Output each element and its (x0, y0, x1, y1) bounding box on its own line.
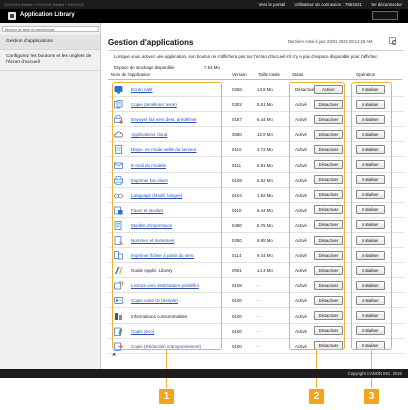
callout-box-status (289, 82, 345, 350)
app-size: - (257, 283, 259, 289)
sidebar: Numéro de série du périphérique Gestion … (0, 23, 101, 378)
app-size: 12.9 Mo (257, 132, 273, 138)
description-text: Lorsque vous activez une application, so… (114, 54, 378, 59)
app-size: - (257, 313, 259, 319)
breadcrumb: XXXXXX Series / XXXXXX Series / XXXXXX (4, 2, 84, 7)
portal-link[interactable]: Vers le portail (259, 2, 286, 7)
storage-label: Espace de stockage disponible (114, 65, 175, 70)
app-version: 0280 (232, 238, 242, 243)
callout-box-operation (351, 82, 392, 350)
app-size: 4.72 Mo (257, 147, 273, 153)
app-version: 0061 (232, 268, 242, 274)
last-updated: Dernière mise à jour 23/01 2022 08:12:26… (288, 39, 373, 44)
col-header-name: Nom de l'application (111, 72, 151, 77)
callout-badge-1: 1 (159, 389, 174, 404)
app-size: 5.51 Mo (257, 102, 273, 108)
app-version: 0111 (232, 162, 242, 168)
top-bar: XXXXXX Series / XXXXXX Series / XXXXXX V… (0, 0, 408, 9)
page-top-arrow-icon[interactable]: ⮝ (112, 352, 116, 358)
app-version: 0104 (232, 192, 242, 198)
sidebar-item-home-screen-config[interactable]: Configurez les boutons et les onglets de… (0, 50, 100, 71)
app-size: 6.44 Mo (257, 207, 273, 213)
storage-info: Espace de stockage disponible 7.54 Mo (114, 65, 220, 70)
callout-badge-2: 2 (309, 389, 324, 404)
title-divider (108, 50, 404, 51)
copyright: Copyright CANON INC. 2022 (347, 371, 402, 376)
table-header-divider (108, 79, 402, 80)
logout-link[interactable]: Se déconnecter (371, 2, 402, 7)
app-version: 0480 (232, 222, 242, 228)
app-size: - (257, 328, 259, 334)
refresh-icon[interactable] (389, 37, 397, 45)
app-size: 14.4 Mo (257, 268, 273, 274)
app-version: 0110 (232, 207, 242, 213)
callout-box-app-names (112, 82, 222, 350)
app-size: 5.52 Mo (257, 177, 273, 183)
app-size: 6.44 Mo (257, 117, 273, 123)
sidebar-item-app-management[interactable]: Gestion d'applications (0, 35, 100, 50)
app-version: 0100 (232, 313, 242, 319)
app-size: 1.92 Mo (257, 192, 273, 198)
app-size: 6.81 Mo (257, 162, 273, 168)
col-header-version: Version (232, 72, 247, 77)
app-version: 0302 (232, 102, 242, 108)
app-version: 0114 (232, 253, 242, 259)
col-header-status: Statut (292, 72, 304, 77)
app-size: - (257, 298, 259, 304)
app-size: 6.75 Mo (257, 222, 273, 228)
app-version: 0268 (232, 87, 242, 92)
app-title: Application Library (20, 12, 75, 18)
app-version: 3050 (232, 132, 242, 138)
app-size: - (257, 343, 259, 349)
col-header-operation: Opération (356, 72, 376, 77)
app-version: 0100 (232, 343, 242, 349)
app-size: 13.8 Mo (257, 87, 273, 92)
app-size: 9.44 Mo (257, 253, 273, 259)
sidebar-nav: Gestion d'applications Configurez les bo… (0, 35, 100, 71)
header-selector[interactable] (372, 11, 398, 20)
app-library-logo-icon (8, 12, 16, 20)
app-version: 0108 (232, 283, 242, 289)
app-version: 0108 (232, 177, 242, 183)
app-size: 6.85 Mo (257, 238, 273, 243)
footer: Copyright CANON INC. 2022 (0, 369, 408, 378)
app-version: 0187 (232, 117, 242, 123)
page-title: Gestion d'applications (108, 38, 194, 47)
app-version: 0100 (232, 298, 242, 304)
col-header-size: Taille totale (258, 72, 280, 77)
serial-number-field[interactable]: Numéro de série du périphérique (2, 26, 99, 32)
top-bar-links: Vers le portail Utilisateur de connexion… (251, 2, 402, 7)
callout-badge-3: 3 (364, 389, 379, 404)
title-bar: Application Library (0, 9, 408, 23)
app-version: 0110 (232, 147, 242, 153)
storage-value: 7.54 Mo (204, 65, 220, 70)
app-version: 0100 (232, 328, 242, 334)
login-user-label: Utilisateur de connexion : 7654321 (294, 2, 362, 7)
